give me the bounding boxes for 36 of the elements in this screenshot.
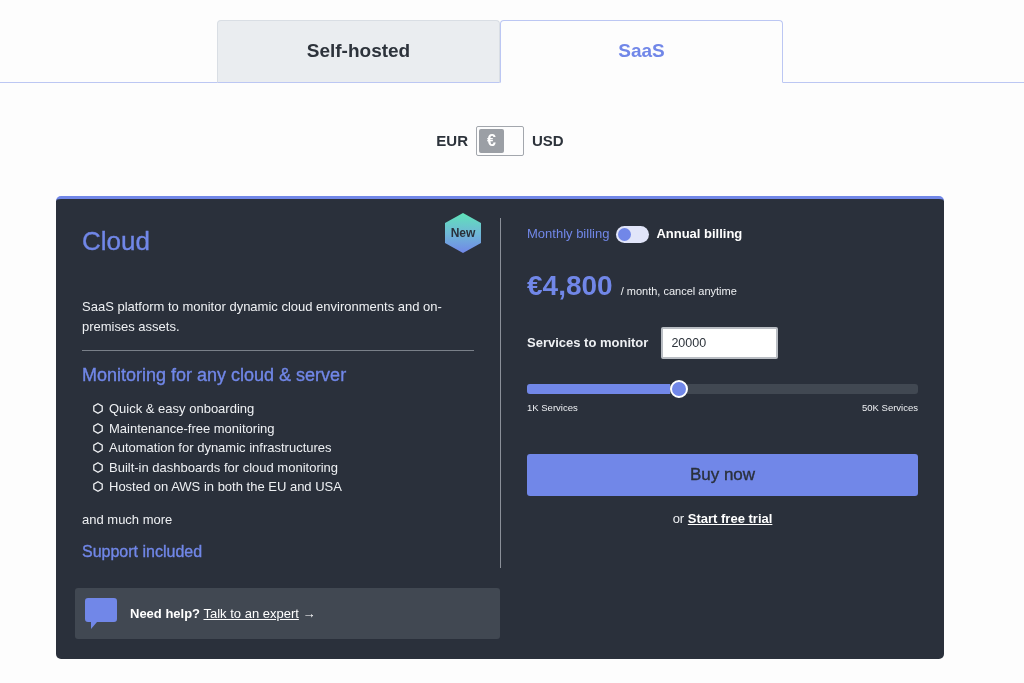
price-period: / month, cancel anytime (620, 284, 737, 299)
feature-text: Hosted on AWS in both the EU and USA (109, 478, 342, 496)
services-label: Services to monitor (527, 334, 649, 353)
trial-text: or Start free trial (671, 510, 774, 528)
hexagon-icon (93, 481, 103, 493)
plan-title: Cloud (82, 226, 150, 257)
billing-switch[interactable] (616, 225, 650, 243)
services-input[interactable]: 20000 (661, 327, 779, 359)
billing-option[interactable]: Monthly billing (527, 224, 610, 244)
slider-thumb[interactable] (670, 380, 689, 398)
switch-knob[interactable] (618, 227, 632, 241)
free-trial-link[interactable]: Start free trial (687, 511, 773, 526)
more-text: and much more (82, 511, 174, 529)
features-heading: Monitoring for any cloud & server (82, 364, 348, 386)
support-heading: Support included (82, 542, 204, 562)
new-tag: New (445, 213, 481, 253)
currency-label: USD (532, 130, 564, 151)
feature-text: Built-in dashboards for cloud monitoring (109, 458, 339, 477)
tab[interactable]: Self-hosted (217, 20, 500, 83)
slider-min-label: 1K Services (527, 402, 578, 414)
help-text: Need help? Talk to an expert → (130, 604, 316, 623)
hexagon-icon (93, 422, 103, 434)
price: €4,800 (527, 269, 613, 303)
hexagon-icon (93, 461, 103, 473)
chat-icon (85, 598, 117, 629)
expert-link[interactable]: Talk to an expert (203, 605, 299, 621)
currency-label: EUR (436, 130, 468, 151)
billing-option[interactable]: Annual billing (656, 224, 743, 244)
feature-text: Maintenance-free monitoring (109, 419, 275, 438)
hexagon-icon (93, 442, 103, 454)
plan-description: SaaS platform to monitor dynamic cloud environments and on-premises assets. (82, 298, 443, 336)
buy-now-button[interactable]: Buy now (527, 454, 918, 496)
slider-max-label: 50K Services (862, 402, 918, 414)
feature-text: Quick & easy onboarding (109, 400, 255, 418)
hexagon-icon (93, 403, 103, 415)
feature-text: Automation for dynamic infrastructures (109, 439, 332, 457)
